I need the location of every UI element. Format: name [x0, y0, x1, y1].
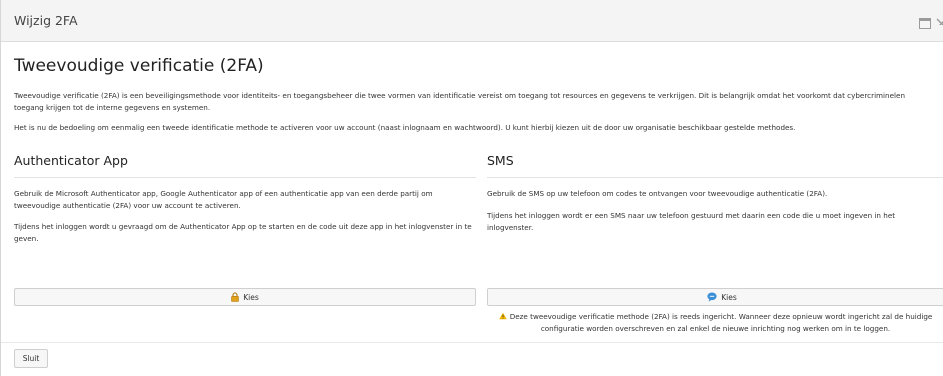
- edit-2fa-dialog: Wijzig 2FA Tweevoudige verificatie (2FA)…: [0, 0, 943, 376]
- sms-login-info: Tijdens het inloggen wordt er een SMS na…: [487, 211, 896, 232]
- maximize-icon[interactable]: [919, 14, 931, 29]
- sms-warning: Deze tweevoudige verificatie methode (2F…: [487, 311, 943, 334]
- instruction-paragraph: Het is nu de bedoeling om eenmalig een t…: [14, 123, 796, 132]
- sms-description: Gebruik de SMS op uw telefoon om codes t…: [487, 189, 828, 198]
- choose-sms-label: Kies: [721, 292, 737, 302]
- dialog-titlebar: Wijzig 2FA: [1, 0, 943, 42]
- choose-authenticator-label: Kies: [243, 292, 259, 302]
- authenticator-title: Authenticator App: [14, 153, 128, 168]
- choose-sms-button[interactable]: Kies: [487, 288, 943, 306]
- dialog-title: Wijzig 2FA: [14, 13, 78, 28]
- warning-icon: [498, 312, 507, 323]
- close-button[interactable]: Sluit: [14, 349, 48, 368]
- sms-title: SMS: [487, 153, 514, 168]
- intro-paragraph: Tweevoudige verificatie (2FA) is een bev…: [14, 91, 906, 112]
- warning-text-line-1: Deze tweevoudige verificatie methode (2F…: [509, 312, 933, 321]
- footer-divider: [1, 342, 943, 343]
- authenticator-divider: [14, 177, 476, 178]
- authenticator-login-info: Tijdens het inloggen wordt u gevraagd om…: [14, 222, 472, 243]
- sms-divider: [487, 177, 943, 178]
- choose-authenticator-button[interactable]: Kies: [14, 288, 476, 306]
- warning-text-line-2: configuratie worden overschreven en zal …: [540, 324, 891, 333]
- chat-bubble-icon: [707, 292, 717, 302]
- lock-icon: [231, 292, 240, 302]
- authenticator-description: Gebruik de Microsoft Authenticator app, …: [14, 189, 433, 210]
- close-icon[interactable]: [936, 14, 943, 25]
- page-title: Tweevoudige verificatie (2FA): [14, 56, 264, 76]
